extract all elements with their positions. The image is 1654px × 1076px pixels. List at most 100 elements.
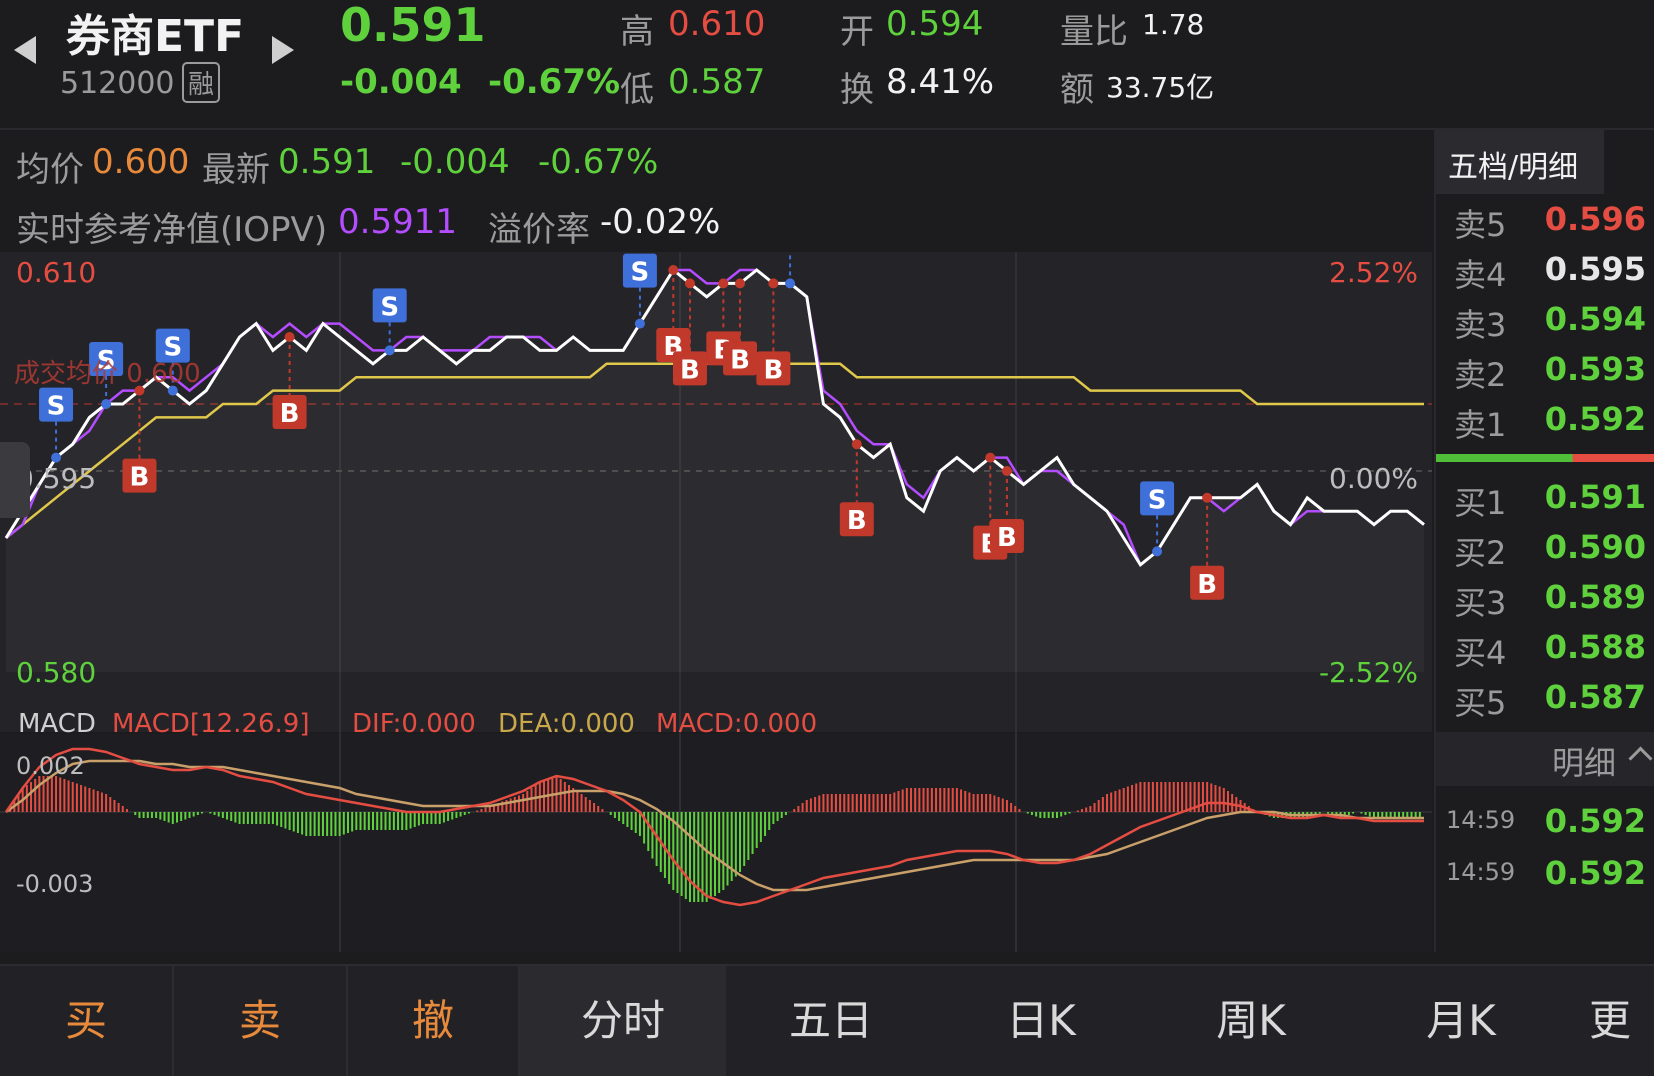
sell-signal-dot [101, 399, 112, 409]
macd-title: MACD [18, 709, 96, 739]
bid-price: 0.587 [1544, 678, 1646, 716]
macd-params: MACD[12.26.9] [112, 709, 309, 739]
bid-row[interactable]: 买1 0.591 [1436, 478, 1654, 530]
ask-price: 0.595 [1544, 250, 1646, 288]
tab-more[interactable]: 更 [1566, 966, 1654, 1076]
ask-row[interactable]: 卖2 0.593 [1436, 350, 1654, 402]
bid-row[interactable]: 买4 0.588 [1436, 628, 1654, 680]
security-name: 券商ETF [66, 11, 245, 62]
ask-row[interactable]: 卖3 0.594 [1436, 300, 1654, 352]
bid-level-label: 买4 [1454, 634, 1507, 672]
chart-svg[interactable]: SSBSBSSBBBBBSBBBSB 0.610 0.595 0.580 2.5… [0, 213, 1432, 952]
security-code: 512000 [60, 66, 175, 101]
turnover-label: 换 [840, 70, 874, 110]
margin-tag: 融 [182, 62, 221, 103]
ask-price: 0.594 [1544, 300, 1646, 338]
y-right-top: 2.52% [1329, 256, 1418, 289]
detail-header[interactable] [1436, 732, 1654, 786]
buy-signal-letter: B [130, 463, 150, 493]
price-change: -0.004 [340, 62, 462, 102]
premium-value: -0.02% [600, 202, 721, 242]
volume-ratio-label: 量比 [1060, 12, 1128, 52]
order-book-tab-label: 五档/明细 [1448, 150, 1579, 185]
avg-price-label: 均价 [16, 150, 84, 190]
high-value: 0.610 [668, 4, 766, 44]
latest-change-pct: -0.67% [538, 142, 659, 182]
bid-row[interactable]: 买5 0.587 [1436, 678, 1654, 730]
ask-row[interactable]: 卖5 0.596 [1436, 200, 1654, 252]
macd-value: MACD:0.000 [656, 709, 817, 739]
amount-value: 33.75亿 [1106, 71, 1215, 104]
y-left-top: 0.610 [16, 256, 96, 289]
iopv-value: 0.5911 [338, 202, 457, 242]
prev-stock-arrow[interactable] [14, 36, 36, 64]
buy-signal-dot [735, 278, 746, 289]
cancel-order-button[interactable]: 撤 [348, 966, 520, 1076]
tick-price: 0.592 [1544, 802, 1646, 840]
tick-time: 14:59 [1446, 858, 1516, 886]
buy-button[interactable]: 买 [0, 966, 174, 1076]
sell-signal-dot [1152, 546, 1163, 557]
ask-row[interactable]: 卖1 0.592 [1436, 400, 1654, 452]
open-value: 0.594 [886, 4, 984, 44]
ask-price: 0.596 [1544, 200, 1646, 238]
tab-monthly-k[interactable]: 月K [1356, 966, 1566, 1076]
bid-level-label: 买5 [1454, 684, 1507, 722]
y-right-bottom: -2.52% [1319, 656, 1418, 689]
intraday-chart[interactable]: SSBSBSSBBBBBSBBBSB 0.610 0.595 0.580 2.5… [0, 213, 1432, 952]
sell-signal-letter: S [380, 292, 399, 322]
bid-price: 0.588 [1544, 628, 1646, 666]
tab-daily-k[interactable]: 日K [936, 966, 1146, 1076]
avg-price-value: 0.600 [92, 142, 190, 182]
chart-scroll-handle[interactable] [0, 442, 30, 518]
order-book-panel: 五档/明细 卖5 0.596 卖4 0.595 卖3 0.594 卖2 0.593 卖1 0.59… [1434, 130, 1654, 952]
macd-y-top: 0.002 [16, 752, 85, 780]
last-price: 0.591 [340, 0, 486, 52]
bottom-toolbar: 买 卖 撤 分时 五日 日K 周K 月K 更 [0, 964, 1654, 1076]
bid-level-label: 买2 [1454, 534, 1507, 572]
low-label: 低 [620, 70, 654, 110]
bid-row[interactable]: 买3 0.589 [1436, 578, 1654, 630]
tab-weekly-k[interactable]: 周K [1146, 966, 1356, 1076]
buy-signal-dot [768, 278, 779, 289]
buy-signal-dot [684, 278, 695, 289]
ask-price: 0.593 [1544, 350, 1646, 388]
buy-signal-dot [284, 332, 295, 342]
y-left-bottom: 0.580 [16, 656, 96, 689]
low-value: 0.587 [668, 62, 766, 102]
bid-row[interactable]: 买2 0.590 [1436, 528, 1654, 580]
bid-level-label: 买1 [1454, 484, 1507, 522]
next-stock-arrow[interactable] [272, 36, 294, 64]
iopv-label: 实时参考净值(IOPV) [16, 210, 328, 250]
bid-level-label: 买3 [1454, 584, 1507, 622]
price-change-pct: -0.67% [488, 62, 621, 102]
tab-intraday[interactable]: 分时 [520, 966, 726, 1076]
buy-signal-dot [718, 278, 729, 289]
buy-signal-letter: B [847, 506, 867, 536]
ask-row[interactable]: 卖4 0.595 [1436, 250, 1654, 302]
ask-level-label: 卖2 [1454, 356, 1507, 394]
buy-signal-dot [668, 265, 679, 275]
detail-label: 明细 [1552, 744, 1617, 782]
buy-signal-letter: B [763, 355, 783, 385]
tick-row: 14:59 0.592 [1436, 854, 1654, 906]
ask-level-label: 卖4 [1454, 256, 1507, 294]
ask-level-label: 卖1 [1454, 406, 1507, 444]
buy-signal-letter: B [730, 345, 750, 375]
sell-signal-dot [384, 345, 395, 356]
sell-signal-letter: S [631, 258, 650, 288]
buy-signal-letter: B [997, 523, 1017, 553]
latest-change: -0.004 [400, 142, 510, 182]
buy-signal-letter: B [280, 399, 300, 429]
tick-price: 0.592 [1544, 854, 1646, 892]
sell-button[interactable]: 卖 [174, 966, 348, 1076]
bid-ask-ratio-bar [1436, 454, 1654, 462]
tab-five-day[interactable]: 五日 [726, 966, 936, 1076]
premium-label: 溢价率 [488, 210, 590, 250]
bid-price: 0.589 [1544, 578, 1646, 616]
sell-signal-dot [785, 278, 796, 289]
buy-signal-dot [851, 439, 862, 450]
bid-price: 0.590 [1544, 528, 1646, 566]
buy-signal-letter: B [1197, 570, 1217, 600]
ask-level-label: 卖3 [1454, 306, 1507, 344]
